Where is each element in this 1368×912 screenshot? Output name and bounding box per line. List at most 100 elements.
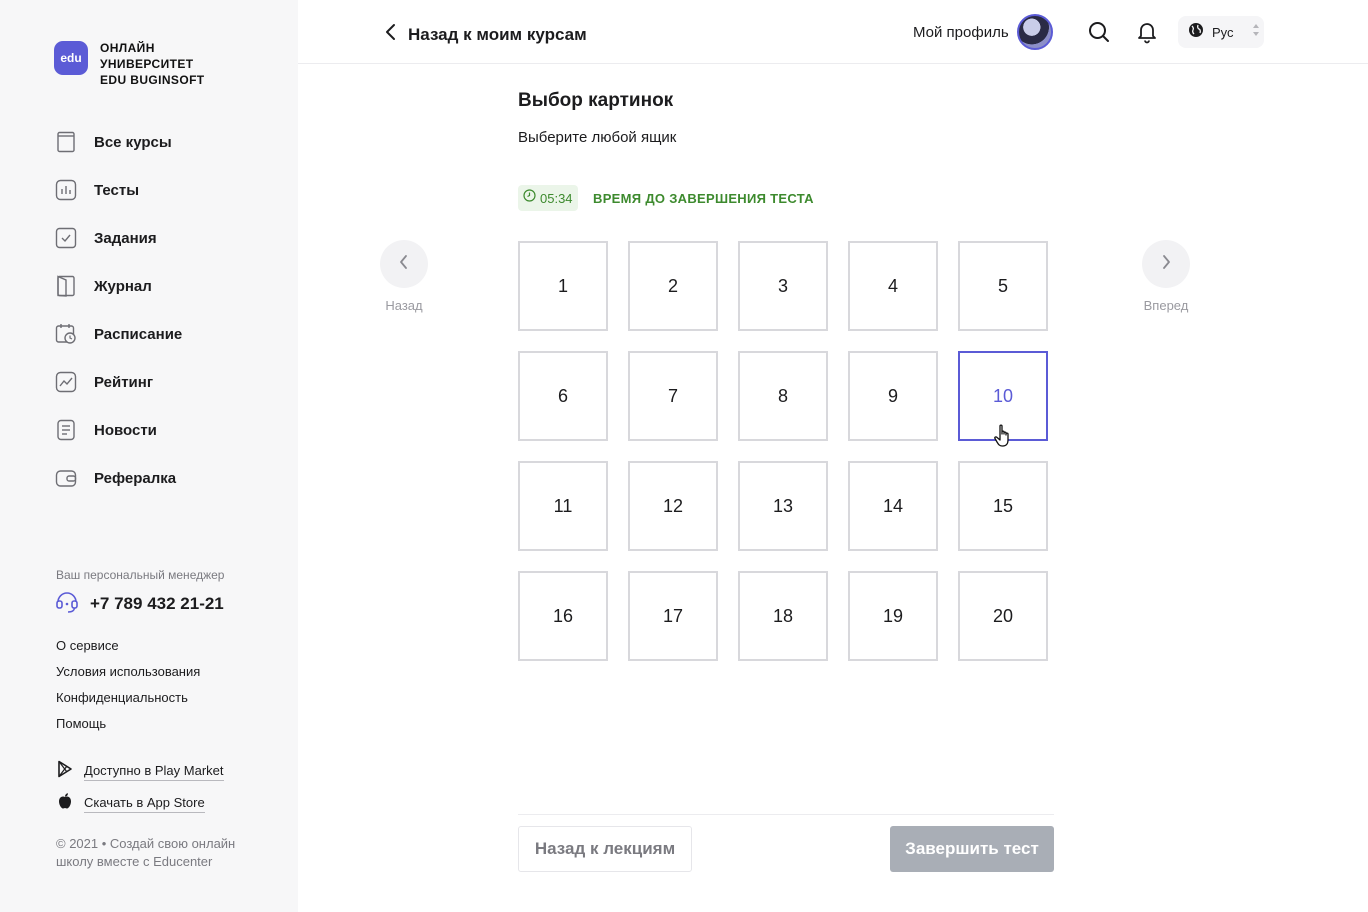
clock-icon (523, 189, 536, 207)
footer-links: О сервисе Условия использования Конфиден… (56, 638, 200, 742)
profile-button[interactable]: Мой профиль (913, 14, 1053, 50)
headset-icon (54, 588, 80, 619)
link-privacy[interactable]: Конфиденциальность (56, 690, 200, 716)
avatar (1016, 14, 1053, 50)
box-19[interactable]: 19 (848, 571, 938, 661)
back-to-lectures-button[interactable]: Назад к лекциям (518, 826, 692, 872)
sidebar-item-assignments[interactable]: Задания (54, 214, 182, 262)
sidebar-item-label: Журнал (94, 277, 152, 295)
sort-arrows-icon (1252, 23, 1260, 42)
sidebar-item-label: Тесты (94, 181, 140, 199)
box-20[interactable]: 20 (958, 571, 1048, 661)
sidebar-item-tests[interactable]: Тесты (54, 166, 182, 214)
logo-line-1: ОНЛАЙН (100, 41, 155, 55)
apple-icon (56, 792, 74, 815)
box-15[interactable]: 15 (958, 461, 1048, 551)
sidebar-item-news[interactable]: Новости (54, 406, 182, 454)
box-7[interactable]: 7 (628, 351, 718, 441)
trend-chart-icon (54, 370, 78, 394)
wallet-icon (54, 466, 78, 490)
box-5[interactable]: 5 (958, 241, 1048, 331)
box-10-label: 10 (992, 385, 1014, 406)
box-18[interactable]: 18 (738, 571, 828, 661)
box-14[interactable]: 14 (848, 461, 938, 551)
box-2[interactable]: 2 (628, 241, 718, 331)
sidebar-item-journal[interactable]: Журнал (54, 262, 182, 310)
next-circle (1142, 240, 1190, 288)
box-16[interactable]: 16 (518, 571, 608, 661)
play-market-link[interactable]: Доступно в Play Market (56, 760, 224, 783)
chevron-left-icon (384, 20, 398, 49)
next-label: Вперед (1143, 298, 1189, 313)
next-button[interactable]: Вперед (1142, 240, 1190, 313)
manager-caption: Ваш персональный менеджер (56, 568, 225, 582)
chevron-right-icon (1160, 253, 1172, 276)
app-store-label: Скачать в App Store (84, 795, 205, 813)
search-icon[interactable] (1087, 20, 1111, 44)
box-9[interactable]: 9 (848, 351, 938, 441)
sidebar: edu ОНЛАЙН УНИВЕРСИТЕТ EDU BUGINSOFT Все… (0, 0, 298, 912)
box-1[interactable]: 1 (518, 241, 608, 331)
sidebar-item-label: Рейтинг (94, 373, 154, 391)
sidebar-item-label: Задания (94, 229, 157, 247)
globe-icon (1188, 22, 1204, 43)
bar-chart-icon (54, 178, 78, 202)
box-17[interactable]: 17 (628, 571, 718, 661)
play-icon (56, 760, 74, 783)
box-13[interactable]: 13 (738, 461, 828, 551)
box-11[interactable]: 11 (518, 461, 608, 551)
logo-text: ОНЛАЙН УНИВЕРСИТЕТ EDU BUGINSOFT (100, 40, 205, 88)
prev-circle (380, 240, 428, 288)
page-title: Выбор картинок (518, 90, 674, 111)
sidebar-item-all-courses[interactable]: Все курсы (54, 118, 182, 166)
sidebar-item-label: Новости (94, 421, 157, 439)
bell-icon[interactable] (1135, 20, 1159, 44)
manager-contact[interactable]: +7 789 432 21-21 (54, 588, 224, 619)
link-help[interactable]: Помощь (56, 716, 200, 742)
logo-line-3: EDU BUGINSOFT (100, 73, 205, 87)
sidebar-item-label: Рефералка (94, 469, 177, 487)
link-about[interactable]: О сервисе (56, 638, 200, 664)
timer-badge: 05:34 (518, 185, 578, 211)
sidebar-item-rating[interactable]: Рейтинг (54, 358, 182, 406)
app-store-link[interactable]: Скачать в App Store (56, 792, 205, 815)
profile-label: Мой профиль (913, 23, 1009, 41)
journal-icon (54, 274, 78, 298)
top-header: Назад к моим курсам Мой профиль Рус (298, 0, 1368, 64)
box-10-selected[interactable]: 10 (958, 351, 1048, 447)
sidebar-nav: Все курсы Тесты Задания Журнал Расписани… (54, 118, 182, 502)
sidebar-item-label: Все курсы (94, 133, 172, 151)
box-12[interactable]: 12 (628, 461, 718, 551)
box-6[interactable]: 6 (518, 351, 608, 441)
divider (518, 814, 1054, 815)
back-to-courses-label: Назад к моим курсам (408, 24, 587, 44)
finish-test-button[interactable]: Завершить тест (890, 826, 1054, 872)
manager-phone[interactable]: +7 789 432 21-21 (90, 594, 224, 614)
logo-mark: edu (54, 41, 88, 75)
timer-value: 05:34 (540, 190, 573, 206)
news-icon (54, 418, 78, 442)
sidebar-item-referral[interactable]: Рефералка (54, 454, 182, 502)
box-4[interactable]: 4 (848, 241, 938, 331)
box-3[interactable]: 3 (738, 241, 828, 331)
play-market-label: Доступно в Play Market (84, 763, 224, 781)
language-select[interactable]: Рус (1178, 16, 1264, 48)
hand-cursor-icon (992, 423, 1018, 454)
page-subtitle: Выберите любой ящик (518, 129, 677, 146)
back-to-courses-link[interactable]: Назад к моим курсам (384, 20, 587, 49)
prev-label: Назад (385, 298, 423, 313)
logo-line-2: УНИВЕРСИТЕТ (100, 57, 194, 71)
book-icon (54, 130, 78, 154)
logo[interactable]: edu ОНЛАЙН УНИВЕРСИТЕТ EDU BUGINSOFT (54, 40, 205, 88)
copyright: © 2021 • Создай свою онлайн школу вместе… (56, 836, 236, 869)
prev-button[interactable]: Назад (380, 240, 428, 313)
chevron-left-icon (398, 253, 410, 276)
box-8[interactable]: 8 (738, 351, 828, 441)
sidebar-item-schedule[interactable]: Расписание (54, 310, 182, 358)
sidebar-item-label: Расписание (94, 325, 183, 343)
timer-label: ВРЕМЯ ДО ЗАВЕРШЕНИЯ ТЕСТА (593, 191, 814, 206)
link-terms[interactable]: Условия использования (56, 664, 200, 690)
checkbox-icon (54, 226, 78, 250)
language-value: Рус (1212, 24, 1234, 40)
box-grid: 1 2 3 4 5 6 7 8 9 10 11 12 13 14 15 16 1… (518, 241, 1048, 661)
